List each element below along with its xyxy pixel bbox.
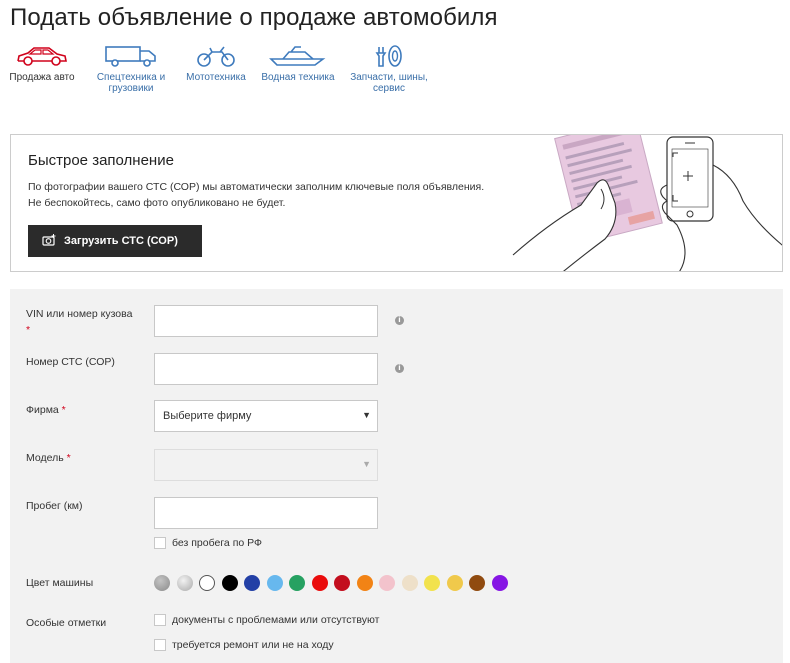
note-docs-label: документы с проблемами или отсутствуют xyxy=(172,614,380,626)
mileage-label: Пробег (км) xyxy=(26,500,83,512)
color-picker xyxy=(154,575,514,591)
color-swatch-purple[interactable] xyxy=(491,575,508,591)
quick-fill-panel: Быстрое заполнение По фотографии вашего … xyxy=(10,134,783,272)
vin-label-text: VIN или номер кузова xyxy=(26,308,133,320)
color-swatch-green[interactable] xyxy=(289,575,305,591)
color-swatch-gold[interactable] xyxy=(446,575,463,591)
quick-fill-desc-line: Не беспокойтесь, само фото опубликовано … xyxy=(28,197,286,209)
make-label-text: Фирма xyxy=(26,404,59,416)
category-label: Запчасти, шины, сервис xyxy=(350,72,428,94)
color-swatch-pink[interactable] xyxy=(379,575,395,591)
hands-phone-document-illustration xyxy=(512,135,782,271)
required-mark: * xyxy=(26,324,31,336)
color-swatch-red[interactable] xyxy=(311,575,328,591)
color-swatch-beige[interactable] xyxy=(401,575,418,591)
color-swatch-gray[interactable] xyxy=(154,575,170,591)
info-icon[interactable]: i xyxy=(395,364,404,373)
make-label: Фирма * xyxy=(26,402,136,418)
upload-sts-label: Загрузить СТС (СОР) xyxy=(64,235,178,247)
color-swatch-white[interactable] xyxy=(199,575,215,591)
quick-fill-title: Быстрое заполнение xyxy=(28,152,174,169)
color-swatch-black[interactable] xyxy=(221,575,238,591)
category-trucks[interactable]: Спецтехника и грузовики xyxy=(92,44,170,94)
make-select-value: Выберите фирму xyxy=(163,410,252,422)
dropdown-arrow-icon: ▼ xyxy=(362,459,371,469)
note-repair-checkbox[interactable] xyxy=(154,639,166,651)
category-cars[interactable]: Продажа авто xyxy=(8,44,76,83)
color-swatch-light-blue[interactable] xyxy=(266,575,283,591)
color-swatch-yellow[interactable] xyxy=(424,575,440,591)
quick-fill-desc-line: По фотографии вашего СТС (СОР) мы автома… xyxy=(28,181,485,193)
quick-fill-description: По фотографии вашего СТС (СОР) мы автома… xyxy=(28,179,548,211)
dropdown-arrow-icon: ▼ xyxy=(362,410,371,420)
color-swatch-dark-blue[interactable] xyxy=(244,575,260,591)
note-repair-label: требуется ремонт или не на ходу xyxy=(172,639,334,651)
model-label-text: Модель xyxy=(26,452,64,464)
no-mileage-option[interactable]: без пробега по РФ xyxy=(154,537,262,549)
model-label: Модель * xyxy=(26,450,136,466)
color-swatch-burgundy[interactable] xyxy=(334,575,350,591)
color-swatch-silver[interactable] xyxy=(176,575,193,591)
category-water[interactable]: Водная техника xyxy=(260,44,336,83)
category-moto[interactable]: Мототехника xyxy=(184,44,248,83)
category-label: Продажа авто xyxy=(9,72,75,83)
make-select[interactable]: Выберите фирму ▼ xyxy=(154,400,378,432)
note-repair-option[interactable]: требуется ремонт или не на ходу xyxy=(154,639,334,651)
boat-icon xyxy=(269,46,326,66)
category-label: Водная техника xyxy=(261,72,335,83)
note-docs-option[interactable]: документы с проблемами или отсутствуют xyxy=(154,614,379,626)
required-mark: * xyxy=(61,404,66,416)
vin-label: VIN или номер кузова * xyxy=(26,306,136,338)
camera-plus-icon xyxy=(42,233,56,249)
required-mark: * xyxy=(66,452,71,464)
sts-number-input[interactable] xyxy=(154,353,378,385)
color-label: Цвет машины xyxy=(26,577,94,589)
vin-input[interactable] xyxy=(154,305,378,337)
mileage-input[interactable] xyxy=(154,497,378,529)
car-icon xyxy=(17,47,67,66)
color-swatch-orange[interactable] xyxy=(356,575,373,591)
category-parts[interactable]: Запчасти, шины, сервис xyxy=(348,44,430,94)
color-swatch-brown[interactable] xyxy=(469,575,485,591)
model-select[interactable]: ▼ xyxy=(154,449,378,481)
tools-icon xyxy=(375,45,402,67)
motorcycle-icon xyxy=(197,46,235,67)
upload-sts-button[interactable]: Загрузить СТС (СОР) xyxy=(28,225,202,257)
note-docs-checkbox[interactable] xyxy=(154,614,166,626)
category-label: Спецтехника и грузовики xyxy=(96,72,166,94)
notes-label: Особые отметки xyxy=(26,617,107,629)
page-title: Подать объявление о продаже автомобиля xyxy=(10,4,498,31)
category-label: Мототехника xyxy=(186,72,246,83)
no-mileage-checkbox[interactable] xyxy=(154,537,166,549)
ad-form: VIN или номер кузова * i Номер СТС (СОР)… xyxy=(10,289,783,663)
truck-icon xyxy=(105,46,156,67)
info-icon[interactable]: i xyxy=(395,316,404,325)
sts-label: Номер СТС (СОР) xyxy=(26,356,115,368)
no-mileage-label: без пробега по РФ xyxy=(172,537,263,549)
